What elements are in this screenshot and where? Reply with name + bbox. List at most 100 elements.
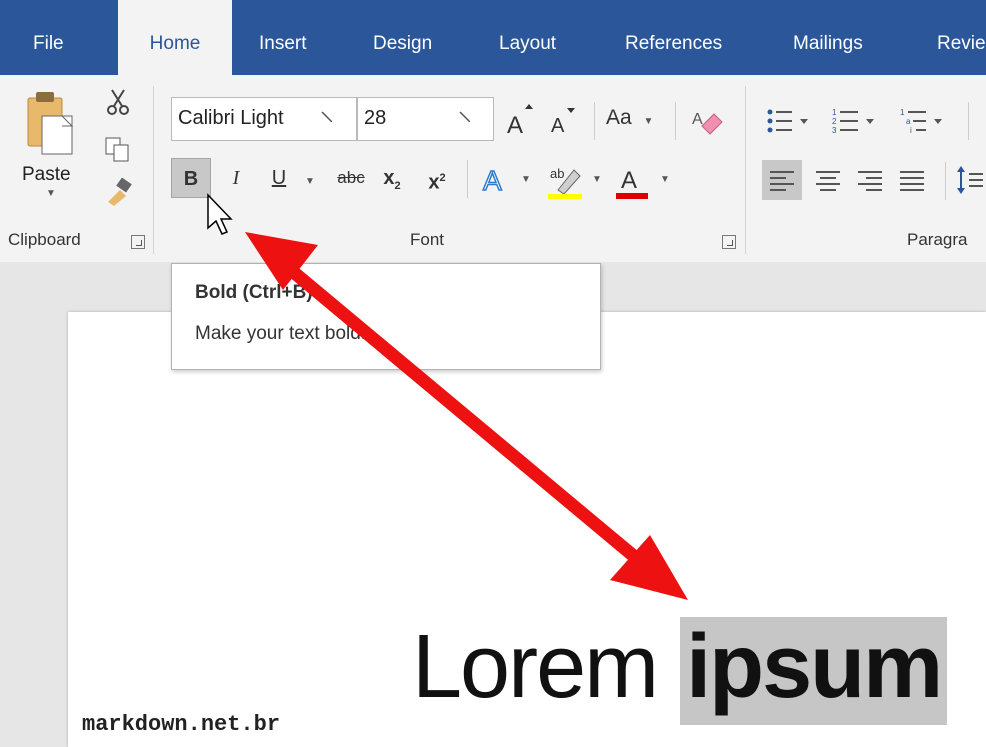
svg-text:ab: ab xyxy=(550,166,564,181)
tab-home[interactable]: Home xyxy=(118,0,232,75)
document-text-normal: Lorem xyxy=(412,617,659,717)
paste-dropdown-icon[interactable]: ▼ xyxy=(46,188,56,199)
tab-file[interactable]: File xyxy=(33,0,64,75)
tooltip-title: Bold (Ctrl+B) xyxy=(195,282,313,303)
svg-text:a: a xyxy=(906,117,911,126)
caret-down-icon: ▼ xyxy=(521,174,531,185)
svg-text:3: 3 xyxy=(832,126,837,135)
line-spacing-button[interactable] xyxy=(955,160,983,200)
divider xyxy=(945,162,946,200)
svg-text:2: 2 xyxy=(832,117,837,126)
clipboard-launcher-icon[interactable] xyxy=(131,235,145,249)
group-divider xyxy=(153,86,154,254)
clear-formatting-button[interactable]: A xyxy=(690,104,724,138)
font-size-box[interactable]: 28 xyxy=(357,97,494,141)
underline-dropdown[interactable]: ▼ xyxy=(302,158,318,198)
grow-font-icon: A xyxy=(507,104,533,139)
tab-layout[interactable]: Layout xyxy=(499,0,556,75)
font-color-icon: A xyxy=(616,167,648,199)
shrink-font-icon: A xyxy=(551,108,575,137)
superscript-label: x xyxy=(428,171,440,194)
font-launcher-icon[interactable] xyxy=(722,235,736,249)
bullets-button[interactable] xyxy=(766,106,814,136)
selected-text[interactable]: ipsum xyxy=(680,617,948,725)
paste-label: Paste xyxy=(22,164,71,185)
justify-button[interactable] xyxy=(892,160,932,200)
clipboard-group-label: Clipboard xyxy=(8,230,81,249)
font-family-box[interactable]: Calibri Light xyxy=(171,97,357,141)
bullet-list-icon xyxy=(767,109,808,133)
svg-text:1: 1 xyxy=(900,108,905,117)
italic-button[interactable]: I xyxy=(222,158,250,198)
group-divider xyxy=(745,86,746,254)
divider xyxy=(594,102,595,140)
text-effects-icon: A xyxy=(482,164,503,197)
svg-text:A: A xyxy=(483,165,502,196)
svg-text:A: A xyxy=(621,167,637,194)
tab-review[interactable]: Revie xyxy=(937,0,986,75)
caret-down-icon: ▼ xyxy=(592,174,602,185)
divider xyxy=(675,102,676,140)
divider xyxy=(968,102,969,140)
grow-font-button[interactable]: A xyxy=(505,103,535,139)
tab-mailings[interactable]: Mailings xyxy=(793,0,863,75)
shrink-font-button[interactable]: A xyxy=(549,106,579,137)
change-case-label: Aa xyxy=(606,106,632,129)
font-size-value: 28 xyxy=(364,107,387,129)
font-family-value: Calibri Light xyxy=(178,107,284,129)
word-window: File Home Insert Design Layout Reference… xyxy=(0,0,986,747)
tooltip-description: Make your text bold. xyxy=(195,323,367,344)
caret-down-icon: ▼ xyxy=(305,176,315,187)
document-text[interactable]: Lorem ipsum xyxy=(412,612,948,725)
format-painter-icon xyxy=(108,177,132,206)
align-right-icon xyxy=(858,171,882,191)
format-painter-button[interactable] xyxy=(104,177,134,206)
paste-icon xyxy=(27,92,74,155)
copy-icon xyxy=(105,137,129,162)
font-group-label: Font xyxy=(410,230,445,249)
strikethrough-button[interactable]: abc xyxy=(331,158,371,198)
underline-button[interactable]: U xyxy=(265,158,293,198)
highlighter-icon: ab xyxy=(548,166,582,199)
line-spacing-icon xyxy=(957,166,983,194)
caret-down-icon: ▼ xyxy=(660,174,670,185)
multilevel-list-icon: 1 a i xyxy=(900,108,942,135)
scissors-icon xyxy=(107,89,129,115)
copy-button[interactable] xyxy=(104,136,132,164)
divider xyxy=(467,160,468,198)
paste-button[interactable]: Paste ▼ xyxy=(22,88,86,199)
highlight-button[interactable]: ab ▼ xyxy=(548,160,604,200)
ribbon-tab-bar: File Home Insert Design Layout Reference… xyxy=(0,0,986,75)
chevron-down-icon xyxy=(459,111,470,122)
svg-text:i: i xyxy=(910,126,912,135)
svg-text:1: 1 xyxy=(832,108,837,117)
subscript-label: x xyxy=(383,167,395,189)
align-left-button[interactable] xyxy=(762,160,802,200)
superscript-button[interactable]: x2 xyxy=(419,158,455,198)
cut-button[interactable] xyxy=(104,88,132,116)
align-right-button[interactable] xyxy=(850,160,890,200)
subscript-button[interactable]: x2 xyxy=(374,158,410,198)
bold-tooltip: Bold (Ctrl+B) Make your text bold. xyxy=(171,263,601,370)
tab-references[interactable]: References xyxy=(625,0,722,75)
numbering-button[interactable]: 1 2 3 xyxy=(832,106,880,136)
multilevel-list-button[interactable]: 1 a i xyxy=(900,106,948,136)
paragraph-group-label: Paragra xyxy=(907,230,968,249)
justify-icon xyxy=(900,171,924,191)
watermark-text: markdown.net.br xyxy=(82,712,281,737)
change-case-button[interactable]: Aa ▼ xyxy=(606,106,662,136)
tab-insert[interactable]: Insert xyxy=(259,0,307,75)
svg-text:A: A xyxy=(507,112,523,137)
align-center-icon xyxy=(816,171,840,191)
font-color-button[interactable]: A ▼ xyxy=(616,160,672,200)
caret-down-icon: ▼ xyxy=(643,116,654,127)
chevron-down-icon xyxy=(321,111,332,122)
svg-text:A: A xyxy=(692,111,703,128)
tab-design[interactable]: Design xyxy=(373,0,432,75)
eraser-icon: A xyxy=(692,111,723,135)
align-left-icon xyxy=(770,171,794,191)
numbered-list-icon: 1 2 3 xyxy=(832,108,874,135)
text-effects-button[interactable]: A ▼ xyxy=(481,160,537,198)
bold-button[interactable]: B xyxy=(171,158,211,198)
align-center-button[interactable] xyxy=(808,160,848,200)
